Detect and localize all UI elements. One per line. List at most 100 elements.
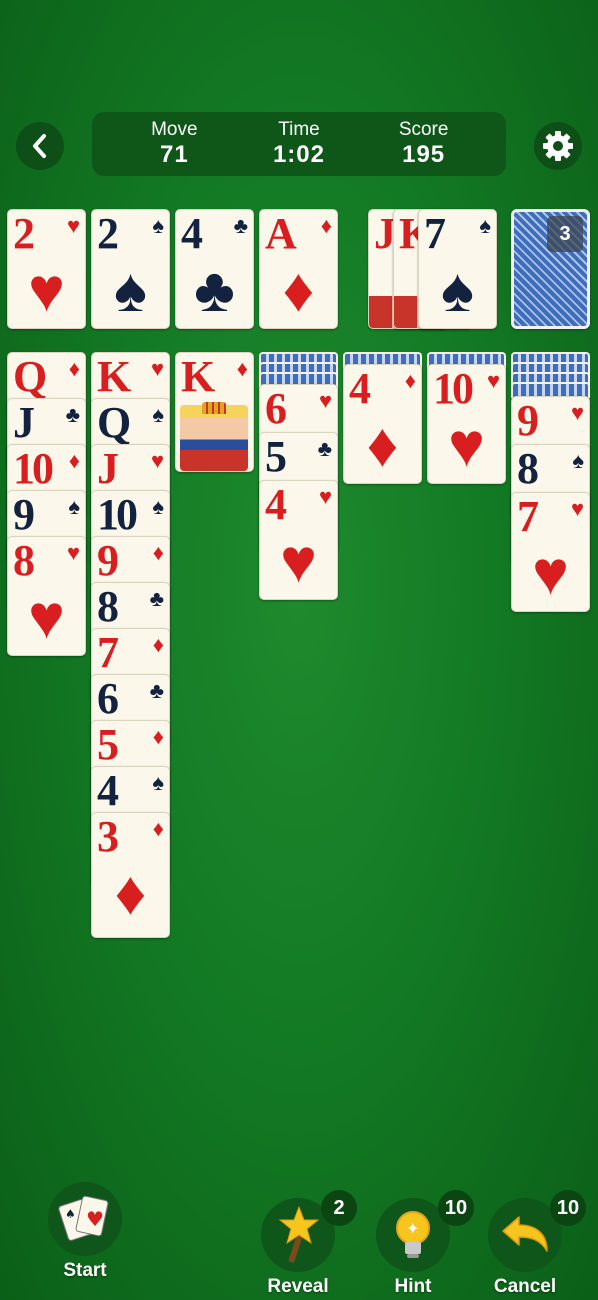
card-rank: 4 — [97, 766, 119, 815]
foundation-card-2[interactable]: 2 ♠ ♠ — [91, 209, 170, 329]
heart-icon: ♥ — [486, 368, 500, 393]
card-rank: 7 — [97, 628, 119, 677]
hint-badge: 10 — [438, 1190, 474, 1226]
king-face-art — [180, 402, 248, 471]
heart-icon: ♥ — [66, 213, 80, 238]
spade-icon: ♠ — [114, 256, 147, 325]
card-rank: 8 — [97, 582, 119, 631]
card-rank: J — [374, 209, 396, 258]
svg-text:✦: ✦ — [406, 1219, 419, 1238]
card-rank: 4 — [349, 364, 371, 413]
card-rank: 6 — [265, 384, 287, 433]
foundation-card-3[interactable]: 4 ♣ ♣ — [175, 209, 254, 329]
heart-icon: ♥ — [570, 496, 584, 521]
diamond-icon: ♦ — [404, 368, 416, 393]
diamond-icon: ♦ — [152, 632, 164, 657]
card-rank: 6 — [97, 674, 119, 723]
club-icon: ♣ — [194, 256, 235, 325]
waste-card-top[interactable]: 7 ♠ ♠ — [418, 209, 497, 329]
club-icon: ♣ — [233, 213, 248, 238]
card-rank: Q — [97, 398, 131, 447]
card-rank: 9 — [517, 396, 539, 445]
time-label: Time — [278, 119, 320, 140]
spade-icon: ♠ — [572, 448, 584, 473]
card-rank: A — [265, 209, 297, 258]
card-rank: 4 — [181, 209, 203, 258]
diamond-icon: ♦ — [152, 816, 164, 841]
card-rank: 5 — [265, 432, 287, 481]
heart-icon: ♥ — [280, 527, 317, 596]
foundation-card-1[interactable]: 2 ♥ ♥ — [7, 209, 86, 329]
chevron-left-icon — [33, 134, 46, 158]
cards-icon: ♥ ♠ — [48, 1182, 122, 1256]
card-rank: 8 — [13, 536, 35, 585]
heart-icon: ♥ — [28, 583, 65, 652]
spade-icon: ♠ — [68, 494, 80, 519]
diamond-icon: ♦ — [236, 356, 248, 381]
heart-icon: ♥ — [318, 484, 332, 509]
club-icon: ♣ — [65, 402, 80, 427]
heart-icon: ♥ — [448, 411, 485, 480]
spade-icon: ♠ — [152, 494, 164, 519]
diamond-icon: ♦ — [152, 724, 164, 749]
card-rank: 7 — [517, 492, 539, 541]
cancel-label: Cancel — [493, 1276, 557, 1297]
move-value: 71 — [159, 141, 189, 168]
back-button[interactable] — [16, 122, 64, 170]
move-label: Move — [151, 119, 198, 140]
card-rank: Q — [13, 352, 47, 401]
card-rank: J — [13, 398, 35, 447]
heart-icon: ♥ — [318, 388, 332, 413]
card-rank: 4 — [265, 480, 287, 529]
reveal-button[interactable]: 2 Reveal — [261, 1190, 357, 1298]
club-icon: ♣ — [317, 436, 332, 461]
score-stat: Score 195 — [374, 119, 474, 169]
card-rank: 10 — [97, 490, 138, 539]
card-rank: 9 — [97, 536, 119, 585]
diamond-icon: ♦ — [282, 256, 315, 325]
hint-button[interactable]: ✦ 10 Hint — [376, 1190, 474, 1298]
lightbulb-icon: ✦ 10 — [376, 1190, 474, 1272]
diamond-icon: ♦ — [366, 411, 399, 480]
reveal-badge: 2 — [321, 1190, 357, 1226]
foundation-card-4[interactable]: A ♦ ♦ — [259, 209, 338, 329]
diamond-icon: ♦ — [114, 859, 147, 928]
tableau-card[interactable]: 3 ♦ ♦ — [91, 812, 170, 938]
move-stat: Move 71 — [124, 119, 224, 169]
stock-pile[interactable]: 3 — [511, 209, 590, 329]
score-label: Score — [398, 119, 449, 140]
spade-icon: ♠ — [441, 256, 474, 325]
tableau-card[interactable]: 8 ♥ ♥ — [7, 536, 86, 656]
heart-icon: ♥ — [570, 400, 584, 425]
tableau-card[interactable]: 7 ♥ ♥ — [511, 492, 590, 612]
card-rank: 8 — [517, 444, 539, 493]
start-button[interactable]: ♥ ♠ Start — [48, 1182, 122, 1282]
card-rank: K — [97, 352, 131, 401]
spade-icon: ♠ — [479, 213, 491, 238]
tableau-card[interactable]: 4 ♦ ♦ — [343, 364, 422, 484]
card-rank: 9 — [13, 490, 35, 539]
cancel-badge: 10 — [550, 1190, 586, 1226]
tableau-card[interactable]: K ♦ — [175, 352, 254, 472]
spade-icon: ♠ — [152, 402, 164, 427]
card-rank: K — [181, 352, 215, 401]
time-value: 1:02 — [272, 141, 325, 168]
heart-icon: ♥ — [532, 539, 569, 608]
score-value: 195 — [402, 141, 446, 168]
stock-count-badge: 3 — [547, 216, 583, 252]
stats-panel: Move 71 Time 1:02 Score 195 — [92, 112, 506, 176]
cancel-button[interactable]: 10 Cancel — [488, 1190, 586, 1298]
diamond-icon: ♦ — [152, 540, 164, 565]
card-rank: 7 — [424, 209, 446, 258]
start-label: Start — [63, 1260, 107, 1281]
hint-label: Hint — [394, 1276, 432, 1297]
heart-icon: ♥ — [150, 448, 164, 473]
svg-text:♠: ♠ — [65, 1207, 76, 1221]
card-rank: 5 — [97, 720, 119, 769]
magic-wand-icon: 2 — [261, 1190, 357, 1272]
card-rank: J — [97, 444, 119, 493]
settings-button[interactable] — [534, 122, 582, 170]
tableau-card[interactable]: 4 ♥ ♥ — [259, 480, 338, 600]
gear-icon — [543, 131, 573, 161]
tableau-card[interactable]: 10 ♥ ♥ — [427, 364, 506, 484]
